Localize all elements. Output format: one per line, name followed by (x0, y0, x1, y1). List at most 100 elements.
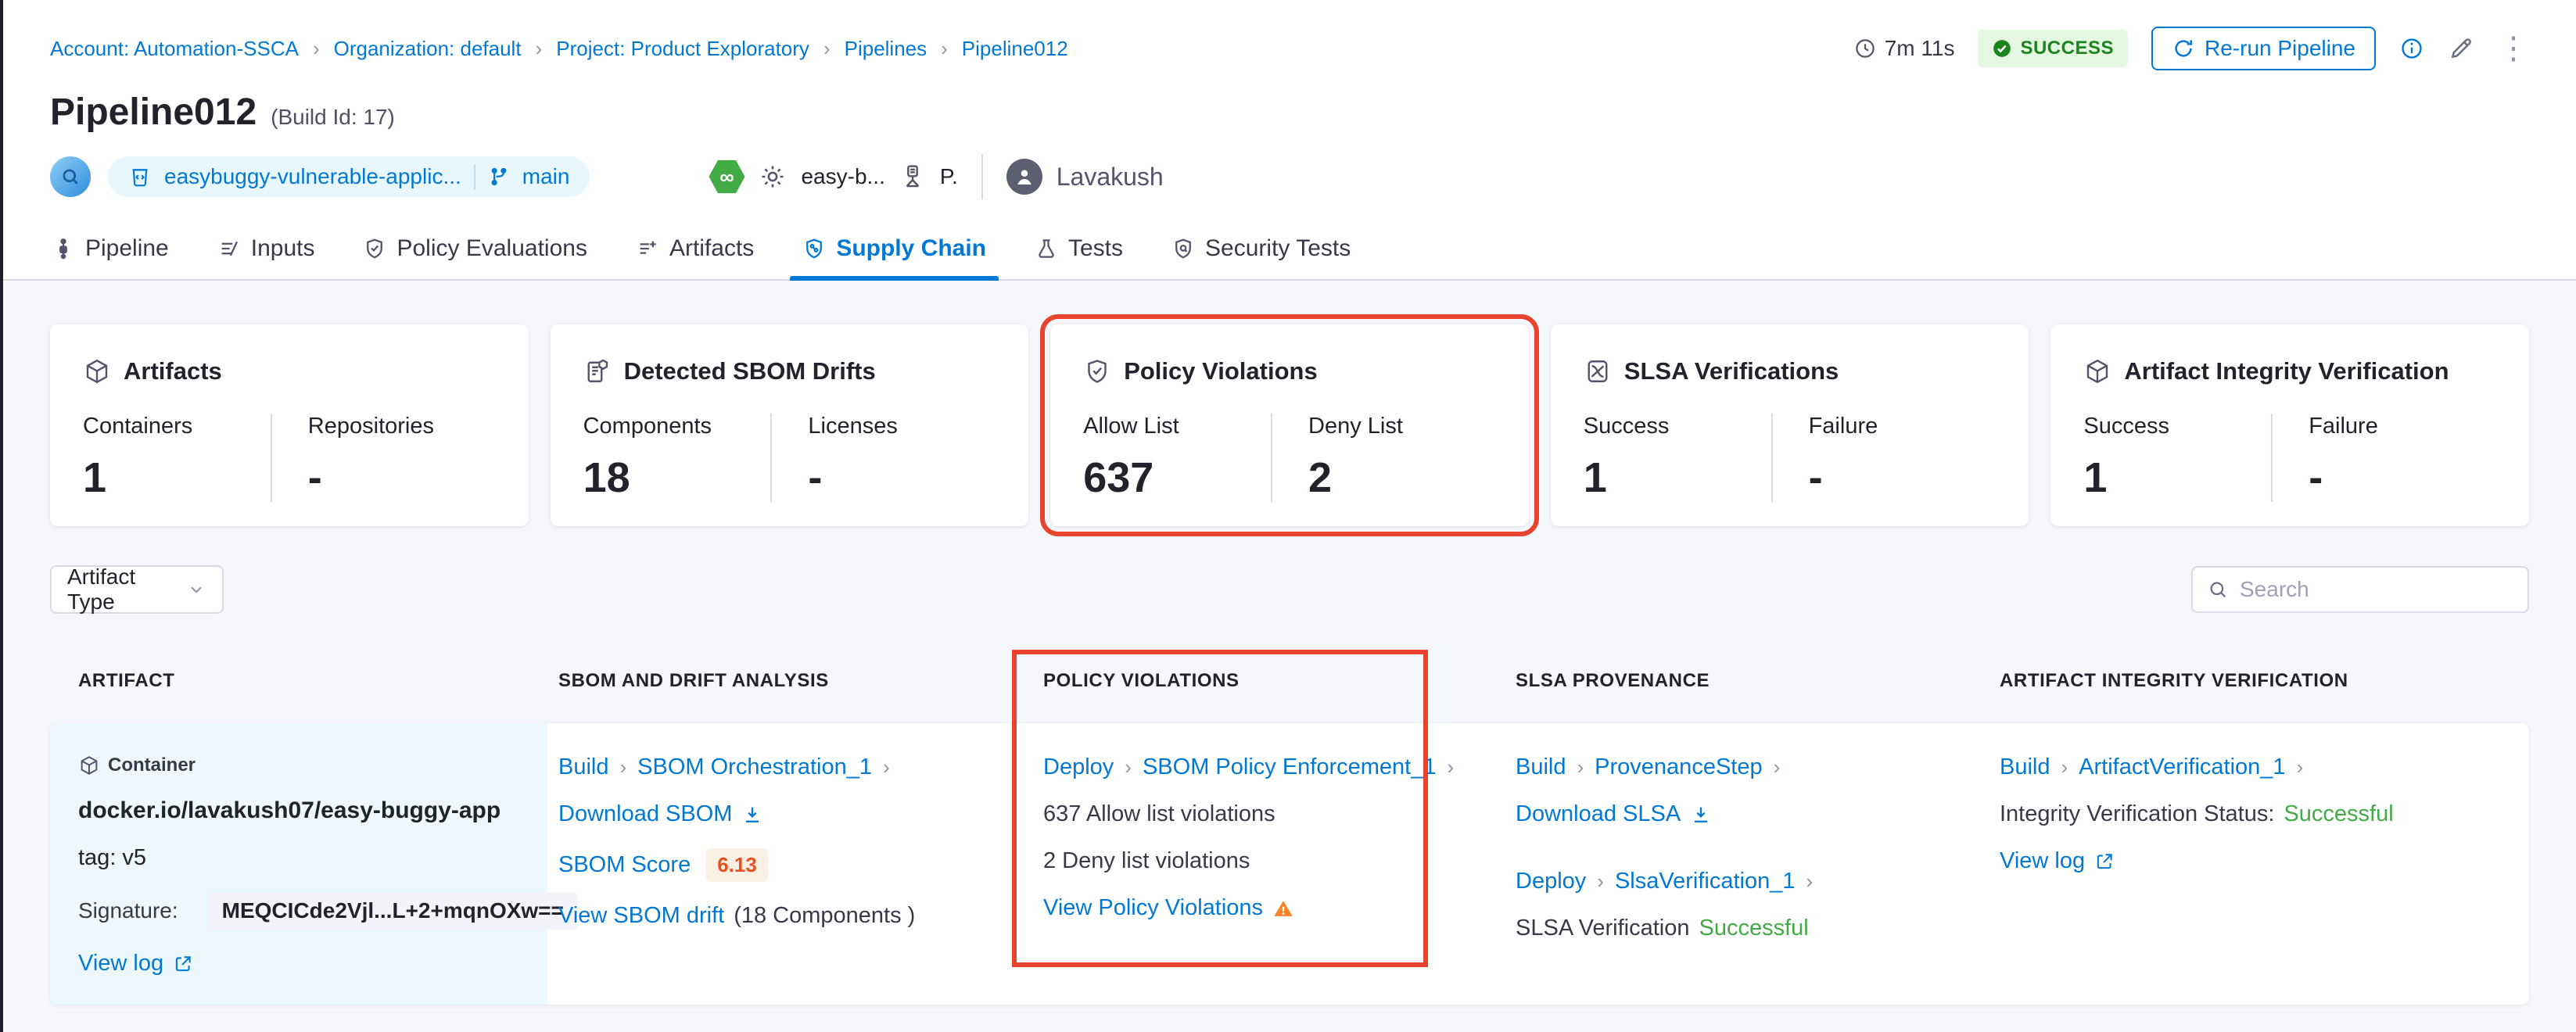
branch-name[interactable]: main (522, 164, 570, 189)
stat-label: Repositories (308, 414, 496, 439)
check-circle-icon (1992, 38, 2012, 59)
chevron-separator: › (1772, 755, 1782, 779)
slsa-stage1-link[interactable]: Build (1516, 754, 1566, 780)
chevron-separator: › (2295, 755, 2305, 779)
download-sbom-link[interactable]: Download SBOM (558, 801, 732, 827)
sbom-step-link[interactable]: SBOM Orchestration_1 (637, 754, 872, 780)
tab-artifacts[interactable]: Artifacts (634, 223, 755, 279)
policy-stage-link[interactable]: Deploy (1043, 754, 1114, 780)
artifacts-icon (636, 237, 659, 260)
breadcrumb-pipeline012[interactable]: Pipeline012 (962, 37, 1068, 61)
view-policy-violations-link[interactable]: View Policy Violations (1043, 895, 1263, 921)
cube-icon (2083, 357, 2111, 385)
chevron-separator: › (1595, 869, 1606, 894)
status-badge: SUCCESS (1978, 30, 2128, 67)
column-header-sbom: SBOM AND DRIFT ANALYSIS (547, 670, 1032, 692)
repository-icon (128, 165, 152, 188)
sbom-score-link[interactable]: SBOM Score (558, 852, 691, 878)
tab-pipeline[interactable]: Pipeline (50, 223, 170, 279)
cell-integrity-verification: Build› ArtifactVerification_1› Integrity… (1989, 723, 2529, 1005)
stat-integrity-failure: Failure - (2271, 414, 2496, 502)
stat-value: 2 (1308, 453, 1496, 502)
card-title: Policy Violations (1124, 357, 1318, 385)
more-options-icon[interactable]: ⋮ (2498, 33, 2529, 64)
tab-inputs[interactable]: Inputs (216, 223, 317, 279)
filter-row: Artifact Type (50, 565, 2529, 614)
supply-chain-icon (802, 237, 826, 260)
status-text: SUCCESS (2020, 38, 2114, 59)
breadcrumb-account[interactable]: Account: Automation-SSCA (50, 37, 299, 61)
card-artifacts: Artifacts Containers 1 Repositories - (50, 324, 529, 526)
infrastructure-icon (899, 163, 926, 190)
stat-value: - (2309, 453, 2496, 502)
tab-label: Pipeline (85, 235, 169, 262)
sbom-drift-components: (18 Components ) (734, 903, 915, 929)
repo-pill[interactable]: easybuggy-vulnerable-applic... main (108, 156, 590, 197)
search-input[interactable] (2240, 577, 2513, 602)
warning-icon (1272, 898, 1294, 919)
breadcrumb-organization[interactable]: Organization: default (334, 37, 522, 61)
avatar (1006, 159, 1042, 195)
integrity-stage-link[interactable]: Build (2000, 754, 2050, 780)
stat-value: - (308, 453, 496, 502)
breadcrumb-separator: › (823, 37, 831, 61)
policy-step-link[interactable]: SBOM Policy Enforcement_1 (1143, 754, 1437, 780)
slsa-stage2-link[interactable]: Deploy (1516, 869, 1586, 894)
stat-value: 1 (83, 453, 271, 502)
breadcrumb-separator: › (941, 37, 948, 61)
build-id: (Build Id: 17) (271, 105, 395, 130)
summary-cards: Artifacts Containers 1 Repositories - (50, 324, 2529, 526)
download-icon (1690, 804, 1712, 826)
stat-label: Licenses (808, 414, 996, 439)
tab-supply-chain[interactable]: Supply Chain (801, 223, 988, 279)
signature-label: Signature: (78, 898, 178, 923)
slsa-step2-link[interactable]: SlsaVerification_1 (1615, 869, 1796, 894)
artifact-type-label: Artifact Type (67, 564, 186, 615)
breadcrumb-project[interactable]: Project: Product Exploratory (556, 37, 809, 61)
stat-label: Components (583, 414, 771, 439)
card-artifact-integrity-verification: Artifact Integrity Verification Success … (2050, 324, 2529, 526)
stat-value: 1 (2083, 453, 2271, 502)
view-log-link[interactable]: View log (78, 951, 163, 976)
column-header-policy-violations: POLICY VIOLATIONS (1032, 670, 1505, 692)
tab-security-tests[interactable]: Security Tests (1170, 223, 1352, 279)
stat-label: Success (1584, 414, 1771, 439)
info-icon[interactable] (2399, 36, 2424, 61)
cell-artifact: Container docker.io/lavakush07/easy-bugg… (50, 723, 547, 1005)
column-header-integrity-verification: ARTIFACT INTEGRITY VERIFICATION (1989, 670, 2529, 692)
infrastructure-name[interactable]: P. (940, 164, 958, 189)
stat-label: Allow List (1083, 414, 1271, 439)
download-slsa-link[interactable]: Download SLSA (1516, 801, 1681, 827)
artifact-type-dropdown[interactable]: Artifact Type (50, 565, 224, 614)
integrity-status: Successful (2284, 801, 2393, 827)
tab-policy-evaluations[interactable]: Policy Evaluations (361, 223, 588, 279)
stat-value: - (808, 453, 996, 502)
service-name[interactable]: easy-b... (801, 164, 884, 189)
rerun-label: Re-run Pipeline (2205, 36, 2355, 61)
shield-check-icon (1083, 357, 1111, 385)
ci-success-badge-icon: ∞ (709, 159, 744, 195)
slsa-step1-link[interactable]: ProvenanceStep (1595, 754, 1762, 780)
chevron-down-icon (186, 579, 206, 600)
policy-evaluations-icon (363, 237, 386, 260)
card-title: Detected SBOM Drifts (624, 357, 876, 385)
breadcrumb-pipelines[interactable]: Pipelines (845, 37, 927, 61)
sbom-score-badge: 6.13 (706, 848, 768, 882)
view-sbom-drift-link[interactable]: View SBOM drift (558, 903, 724, 929)
integrity-step-link[interactable]: ArtifactVerification_1 (2079, 754, 2285, 780)
stat-value: 1 (1584, 453, 1771, 502)
repo-name[interactable]: easybuggy-vulnerable-applic... (164, 164, 461, 189)
rerun-pipeline-button[interactable]: Re-run Pipeline (2151, 27, 2376, 70)
edit-icon[interactable] (2448, 35, 2474, 62)
stat-label: Containers (83, 414, 271, 439)
tab-label: Policy Evaluations (396, 235, 587, 262)
chevron-separator: › (881, 755, 892, 779)
stat-label: Deny List (1308, 414, 1496, 439)
sbom-stage-link[interactable]: Build (558, 754, 609, 780)
card-detected-sbom-drifts: Detected SBOM Drifts Components 18 Licen… (551, 324, 1029, 526)
meta-divider (981, 154, 983, 199)
view-log-link[interactable]: View log (2000, 848, 2085, 874)
tab-tests[interactable]: Tests (1033, 223, 1125, 279)
slsa-icon (1584, 357, 1612, 385)
table-row: Container docker.io/lavakush07/easy-bugg… (50, 723, 2529, 1005)
